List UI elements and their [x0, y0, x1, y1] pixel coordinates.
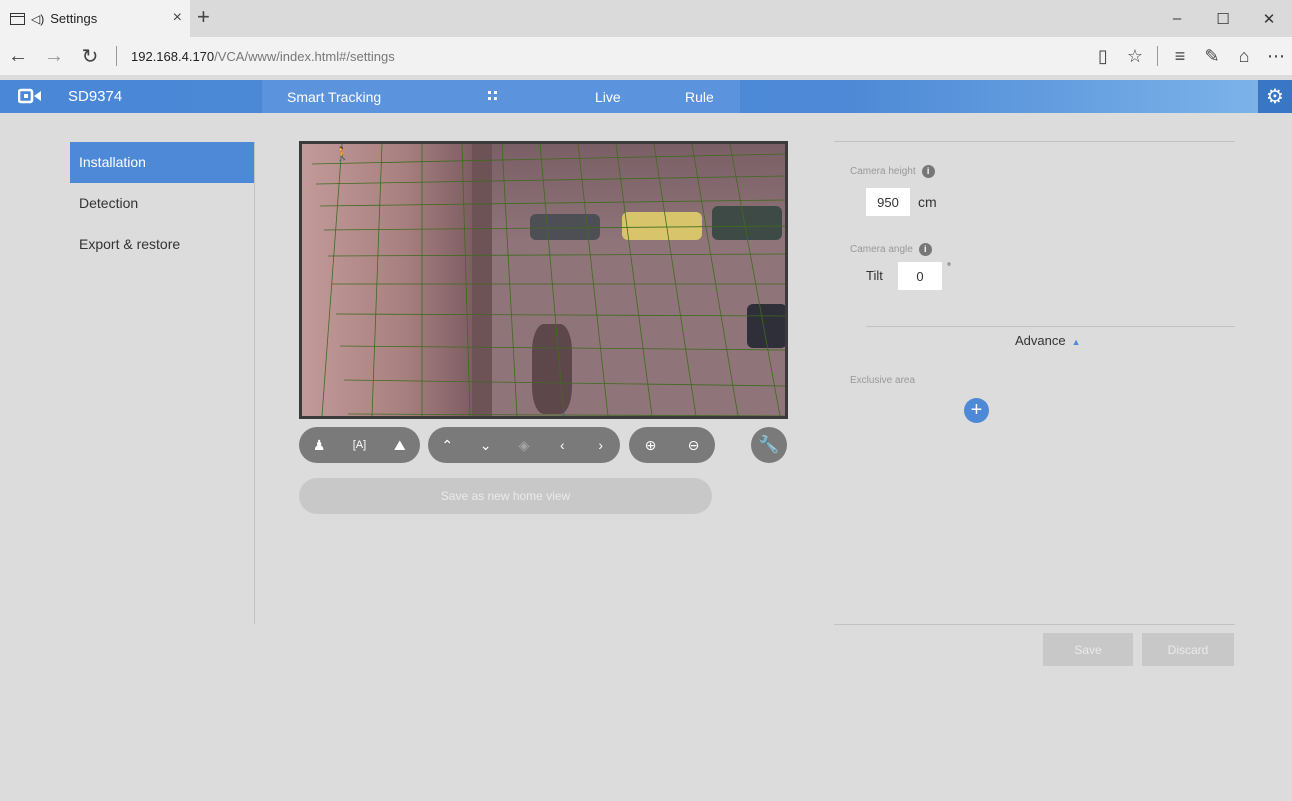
browser-tab[interactable]: ◁) Settings ×: [0, 0, 190, 37]
advance-label: Advance: [1015, 333, 1066, 348]
tab-title: Settings: [50, 11, 98, 26]
browser-tabstrip: ◁) Settings × + – ☐ ✕: [0, 0, 1292, 37]
browser-toolbar-icons: ▯ ☆ ≡ ✎ ⌂ ⋯: [1087, 37, 1292, 75]
settings-menu: Installation Detection Export & restore: [70, 142, 254, 265]
zoom-out-icon[interactable]: ⊖: [681, 437, 707, 454]
toolbar-separator: [1157, 46, 1158, 66]
url-path: /VCA/www/index.html#/settings: [214, 48, 395, 64]
reading-view-icon[interactable]: ▯: [1087, 46, 1119, 67]
person-marker-icon: 🚶: [334, 146, 351, 161]
favorite-star-icon[interactable]: ☆: [1119, 46, 1151, 67]
camera-height-input[interactable]: 950: [866, 188, 910, 216]
caret-up-icon: ▲: [1071, 337, 1081, 347]
person-icon[interactable]: ♟: [306, 437, 332, 454]
url-separator: [116, 46, 117, 66]
back-button[interactable]: ←: [0, 45, 36, 68]
advance-toggle[interactable]: Advance ▲: [1015, 333, 1081, 348]
hub-icon[interactable]: ≡: [1164, 46, 1196, 67]
new-tab-button[interactable]: +: [197, 5, 210, 29]
up-arrow-icon[interactable]: ⌃: [434, 437, 460, 454]
tab-close-button[interactable]: ×: [173, 9, 182, 27]
tilt-input[interactable]: 0: [898, 262, 942, 290]
maximize-button[interactable]: ☐: [1200, 0, 1246, 37]
right-arrow-icon[interactable]: ›: [588, 437, 614, 453]
panel-bottom-divider: [834, 624, 1235, 625]
camera-angle-label-text: Camera angle: [850, 244, 913, 256]
panel-top-divider: [834, 141, 1235, 142]
camera-height-unit: cm: [918, 194, 937, 210]
tab-window-icon: [10, 12, 25, 25]
left-arrow-icon[interactable]: ‹: [549, 437, 575, 453]
down-arrow-icon[interactable]: ⌄: [473, 437, 499, 454]
apps-grid-icon[interactable]: [488, 91, 498, 101]
save-home-view-button[interactable]: Save as new home view: [299, 478, 712, 514]
focus-a-icon[interactable]: [A]: [346, 439, 372, 451]
menu-divider: [254, 142, 255, 624]
view-mode-controls: ♟ [A] ⛰: [299, 427, 420, 463]
brand-logo-icon: [18, 88, 41, 104]
url-host: 192.168.4.170: [131, 48, 215, 64]
camera-height-label-text: Camera height: [850, 166, 916, 178]
address-bar: ← → ↻ 192.168.4.170/VCA/www/index.html#/…: [0, 37, 1292, 75]
camera-video[interactable]: 🚶: [302, 144, 785, 416]
zoom-in-icon[interactable]: ⊕: [638, 437, 664, 454]
tilt-label: Tilt: [866, 268, 883, 283]
url-field[interactable]: 192.168.4.170/VCA/www/index.html#/settin…: [131, 49, 395, 64]
close-window-button[interactable]: ✕: [1246, 0, 1292, 37]
save-button[interactable]: Save: [1043, 633, 1133, 666]
tab-live[interactable]: Live: [595, 89, 621, 105]
refresh-button[interactable]: ↻: [72, 44, 108, 69]
minimize-button[interactable]: –: [1154, 0, 1200, 37]
camera-angle-label: Camera angle i: [850, 243, 932, 256]
window-controls: – ☐ ✕: [1154, 0, 1292, 37]
more-icon[interactable]: ⋯: [1260, 46, 1292, 67]
menu-item-export-restore[interactable]: Export & restore: [70, 224, 254, 265]
share-icon[interactable]: ⌂: [1228, 46, 1260, 67]
zoom-controls: ⊕ ⊖: [629, 427, 715, 463]
ptz-controls: ⌃ ⌄ ◈ ‹ ›: [428, 427, 620, 463]
exclusive-area-label: Exclusive area: [850, 375, 916, 386]
info-icon[interactable]: i: [918, 243, 932, 256]
app-header: SD9374 Smart Tracking Live Rule ⚙: [0, 80, 1292, 113]
add-exclusive-area-button[interactable]: +: [964, 398, 989, 423]
calibration-grid: [311, 144, 785, 416]
wrench-icon[interactable]: 🔧: [751, 427, 787, 463]
menu-item-installation[interactable]: Installation: [70, 142, 254, 183]
tilt-unit: °: [947, 262, 951, 273]
forward-button[interactable]: →: [36, 45, 72, 68]
camera-height-label: Camera height i: [850, 165, 935, 178]
web-note-icon[interactable]: ✎: [1196, 46, 1228, 67]
menu-item-detection[interactable]: Detection: [70, 183, 254, 224]
device-model: SD9374: [68, 88, 123, 105]
speaker-icon[interactable]: ◁): [31, 12, 44, 26]
advance-divider: [866, 326, 1235, 327]
landscape-icon[interactable]: ⛰: [387, 437, 413, 454]
settings-gear-icon[interactable]: ⚙: [1258, 80, 1292, 113]
discard-button[interactable]: Discard: [1142, 633, 1234, 666]
info-icon[interactable]: i: [921, 165, 935, 178]
tab-smart-tracking[interactable]: Smart Tracking: [287, 89, 381, 105]
center-icon[interactable]: ◈: [511, 437, 537, 454]
tab-rule[interactable]: Rule: [685, 89, 714, 105]
camera-view-frame: 🚶: [299, 141, 788, 419]
